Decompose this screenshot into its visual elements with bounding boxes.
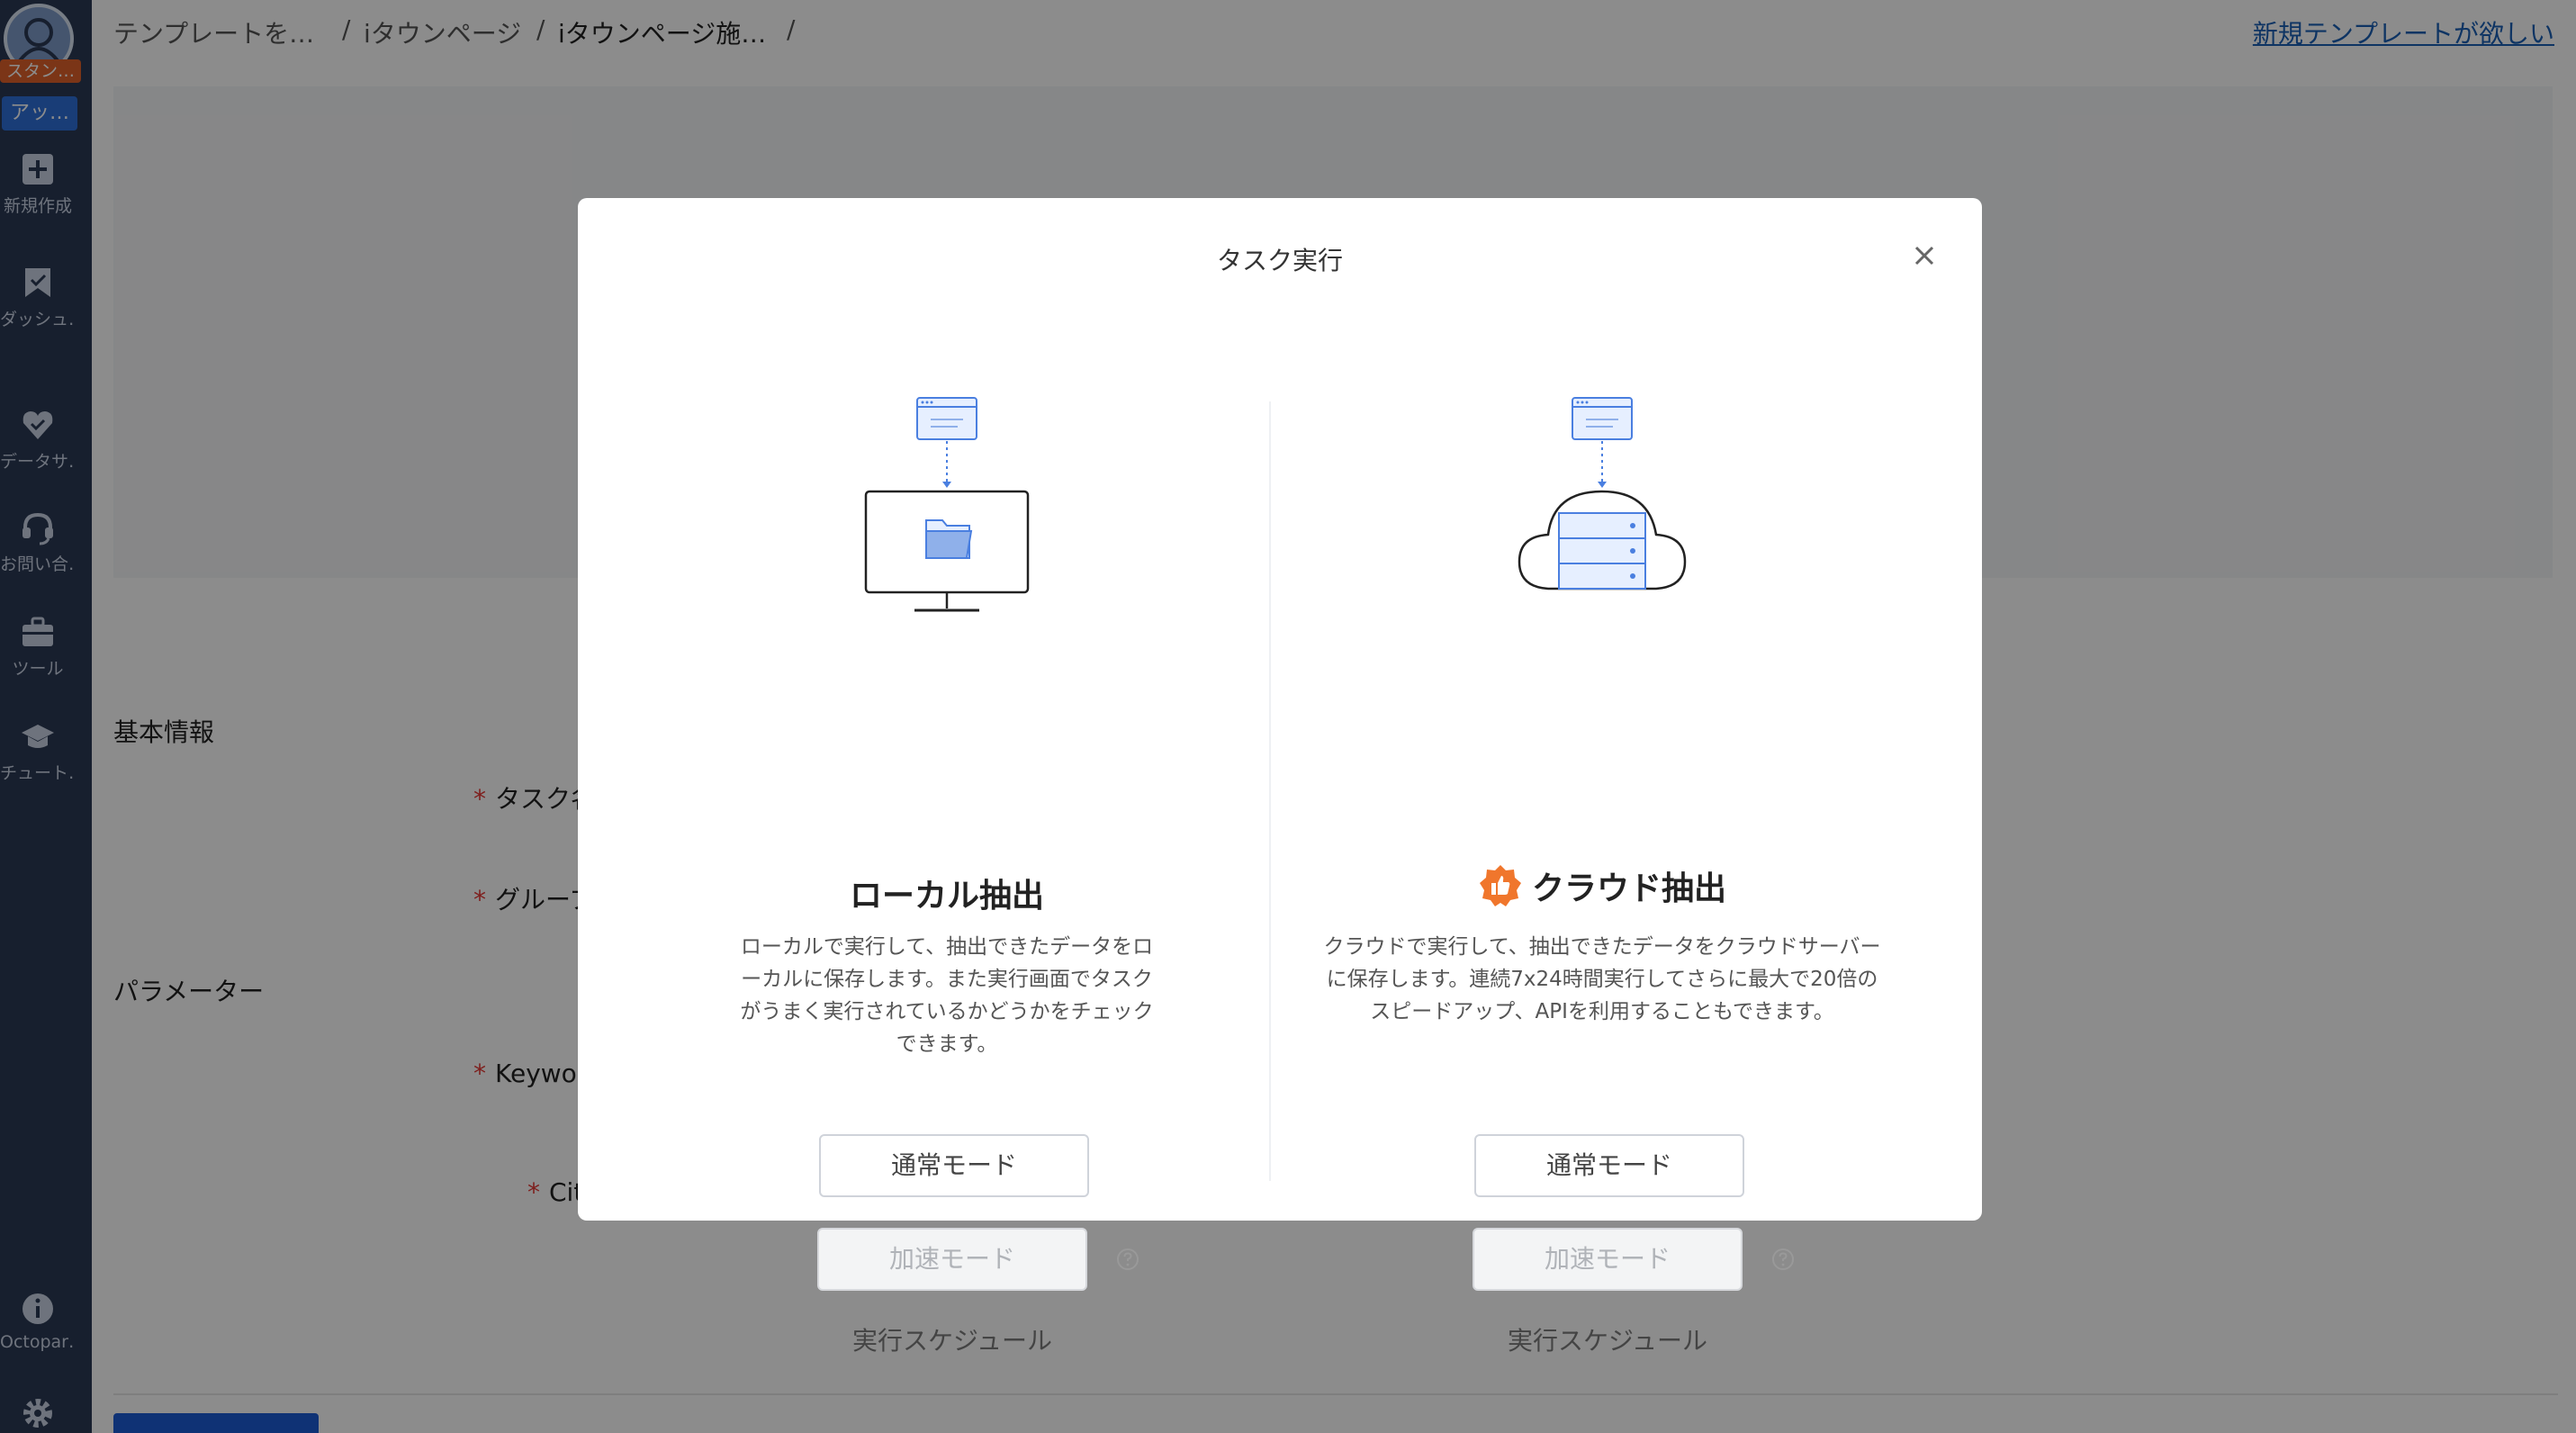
local-schedule-link[interactable]: 実行スケジュール — [817, 1321, 1087, 1357]
local-extraction-option: ローカル抽出 ローカルで実行して、抽出できたデータをローカルに保存します。また実… — [623, 396, 1271, 1356]
close-icon[interactable] — [1905, 236, 1944, 275]
cloud-normal-mode-button[interactable]: 通常モード — [1474, 1134, 1744, 1197]
description-text: ローカルで実行して、抽出できたデータをローカルに保存します。また実行画面でタスク… — [740, 935, 1154, 1056]
run-task-modal: タスク実行 ローカル抽出 ローカルで実行して、抽出できたデータをローカルに保存し… — [578, 198, 1982, 1356]
local-extraction-description: ローカルで実行して、抽出できたデータをローカルに保存します。また実行画面でタスク… — [623, 931, 1271, 1060]
thumbs-up-badge-icon — [1479, 865, 1521, 906]
question-circle-icon[interactable] — [1771, 1248, 1795, 1271]
cloud-extraction-option: クラウド抽出 クラウドで実行して、抽出できたデータをクラウドサーバーに保存します… — [1278, 396, 1926, 1356]
local-normal-mode-button[interactable]: 通常モード — [819, 1134, 1089, 1197]
question-circle-icon[interactable] — [1116, 1248, 1139, 1271]
cloud-fast-mode-button[interactable]: 加速モード — [1473, 1228, 1743, 1291]
local-extraction-title: ローカル抽出 — [849, 878, 1044, 915]
cloud-server-illustration — [1518, 397, 1687, 590]
modal-title: タスク実行 — [1216, 246, 1343, 275]
description-text: クラウドで実行して、抽出できたデータをクラウドサーバーに保存します。連続7x24… — [1323, 935, 1881, 1023]
cloud-extraction-title: クラウド抽出 — [1531, 870, 1726, 907]
cloud-schedule-link[interactable]: 実行スケジュール — [1473, 1321, 1743, 1357]
cloud-extraction-description: クラウドで実行して、抽出できたデータをクラウドサーバーに保存します。連続7x24… — [1278, 931, 1926, 1028]
cloud-extraction-heading: クラウド抽出 — [1278, 862, 1926, 909]
local-fast-mode-button[interactable]: 加速モード — [817, 1228, 1087, 1291]
local-computer-illustration — [864, 397, 1030, 612]
